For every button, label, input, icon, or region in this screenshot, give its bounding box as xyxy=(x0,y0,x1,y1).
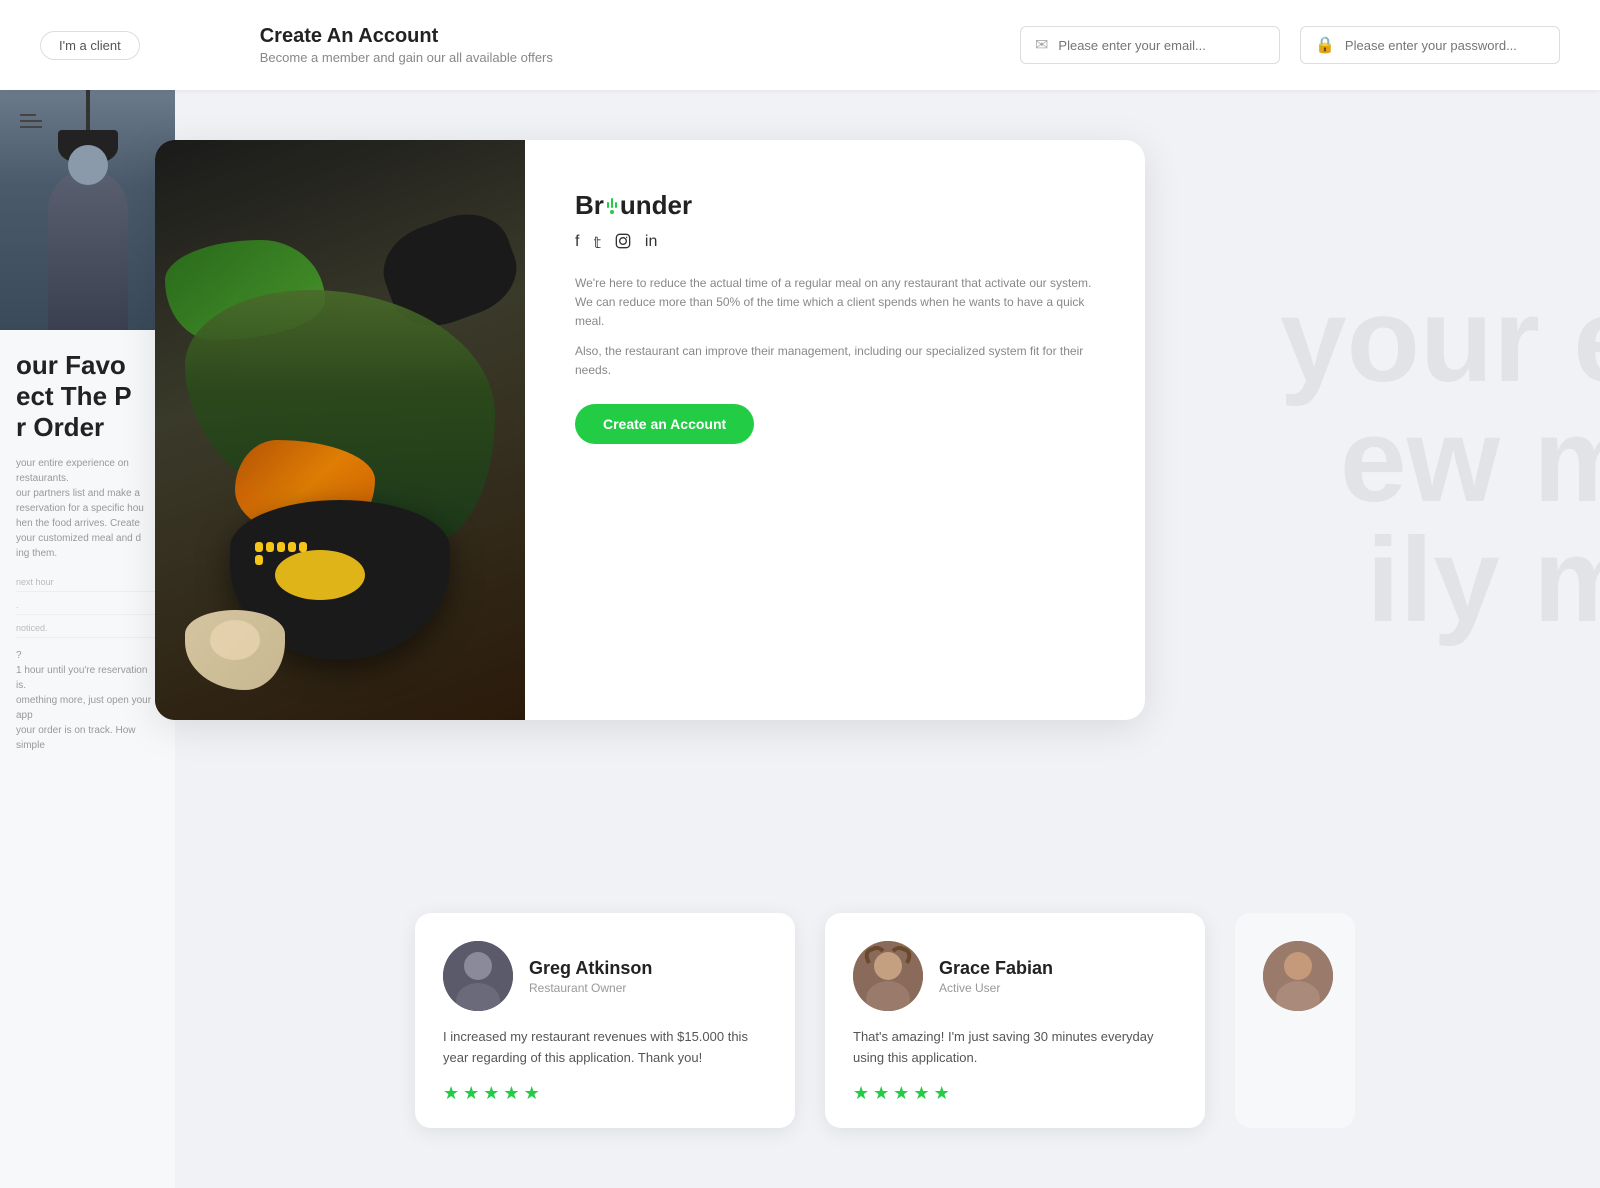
left-panel-body-text: your entire experience on restaurants. o… xyxy=(16,456,159,561)
email-input[interactable] xyxy=(1058,38,1265,53)
reviewer-name-greg: Greg Atkinson xyxy=(529,958,652,979)
reviewer-info-greg: Greg Atkinson Restaurant Owner xyxy=(529,958,652,995)
star-5: ★ xyxy=(524,1083,540,1104)
review-spacer xyxy=(165,913,215,1128)
hamburger-line-short xyxy=(20,114,36,116)
reviewer-role-grace: Active User xyxy=(939,981,1053,995)
password-input-wrapper[interactable]: 🔒 xyxy=(1300,26,1560,64)
brand-name-part1: Br xyxy=(575,190,604,221)
star-1: ★ xyxy=(853,1083,869,1104)
create-account-button[interactable]: Create an Account xyxy=(575,404,754,444)
reviewer-role-greg: Restaurant Owner xyxy=(529,981,652,995)
brand-description-1: We're here to reduce the actual time of … xyxy=(575,274,1095,332)
hamburger-menu[interactable] xyxy=(20,110,42,132)
password-input[interactable] xyxy=(1345,38,1545,53)
left-heading-line1: our Favo xyxy=(16,350,159,381)
lock-icon: 🔒 xyxy=(1315,35,1335,55)
bg-text-right-line2: ew m xyxy=(1280,400,1600,520)
review-text-greg: I increased my restaurant revenues with … xyxy=(443,1027,767,1069)
avatar-partial xyxy=(1263,941,1333,1011)
client-tab[interactable]: I'm a client xyxy=(40,31,140,60)
instagram-icon[interactable] xyxy=(615,233,631,254)
social-links: f 𝕥 in xyxy=(575,233,1095,254)
hamburger-line-medium xyxy=(20,126,42,128)
background-text-right: your e ew m ily m xyxy=(1280,280,1600,640)
reviewer-info-grace: Grace Fabian Active User xyxy=(939,958,1053,995)
star-3: ★ xyxy=(893,1083,909,1104)
reviewer-header-grace: Grace Fabian Active User xyxy=(853,941,1177,1011)
brand-description-2: Also, the restaurant can improve their m… xyxy=(575,342,1095,380)
left-panel: our Favo ect The P r Order your entire e… xyxy=(0,90,175,1188)
brand-signal-icon xyxy=(607,198,617,214)
form-row-3: noticed. xyxy=(16,623,159,638)
top-bar-left: I'm a client xyxy=(40,31,140,60)
star-3: ★ xyxy=(483,1083,499,1104)
star-4: ★ xyxy=(913,1083,929,1104)
bg-text-right-line3: ily m xyxy=(1280,520,1600,640)
left-heading-line3: r Order xyxy=(16,412,159,443)
small-bowl xyxy=(185,610,285,690)
linkedin-icon[interactable]: in xyxy=(645,233,657,254)
top-bar-center: Create An Account Become a member and ga… xyxy=(140,25,1020,65)
page-title: Create An Account xyxy=(260,25,439,48)
left-panel-form: next hour . noticed. ? 1 hour until you'… xyxy=(16,577,159,753)
hamburger-line-medium xyxy=(20,120,42,122)
form-row-2: . xyxy=(16,600,159,615)
avatar-grace-placeholder xyxy=(853,941,923,1011)
left-panel-heading: our Favo ect The P r Order xyxy=(16,350,159,444)
email-icon: ✉ xyxy=(1035,35,1048,55)
star-1: ★ xyxy=(443,1083,459,1104)
main-card-content: Br under f 𝕥 in We're xyxy=(525,140,1145,720)
food-image-panel xyxy=(155,140,525,720)
avatar-greg xyxy=(443,941,513,1011)
corn xyxy=(255,542,315,565)
page-subtitle: Become a member and gain our all availab… xyxy=(260,50,553,65)
left-panel-text: our Favo ect The P r Order your entire e… xyxy=(0,330,175,773)
main-card: Br under f 𝕥 in We're xyxy=(155,140,1145,720)
left-heading-line2: ect The P xyxy=(16,381,159,412)
top-bar-inputs: ✉ 🔒 xyxy=(1020,26,1560,64)
email-input-wrapper[interactable]: ✉ xyxy=(1020,26,1280,64)
review-card-greg: Greg Atkinson Restaurant Owner I increas… xyxy=(415,913,795,1128)
avatar-grace xyxy=(853,941,923,1011)
bg-text-right-line1: your e xyxy=(1280,280,1600,400)
star-2: ★ xyxy=(873,1083,889,1104)
stars-greg: ★ ★ ★ ★ ★ xyxy=(443,1083,767,1104)
star-2: ★ xyxy=(463,1083,479,1104)
twitter-icon[interactable]: 𝕥 xyxy=(593,233,600,254)
facebook-icon[interactable]: f xyxy=(575,233,579,254)
form-footer-text: ? 1 hour until you're reservation is. om… xyxy=(16,648,159,753)
review-card-grace: Grace Fabian Active User That's amazing!… xyxy=(825,913,1205,1128)
reviewer-name-grace: Grace Fabian xyxy=(939,958,1053,979)
food-image xyxy=(155,140,525,720)
star-4: ★ xyxy=(503,1083,519,1104)
stars-grace: ★ ★ ★ ★ ★ xyxy=(853,1083,1177,1104)
brand-name: Br under xyxy=(575,190,1095,221)
review-text-grace: That's amazing! I'm just saving 30 minut… xyxy=(853,1027,1177,1069)
avatar-greg-placeholder xyxy=(443,941,513,1011)
form-row-1: next hour xyxy=(16,577,159,592)
review-card-partial xyxy=(1235,913,1355,1128)
review-section: Greg Atkinson Restaurant Owner I increas… xyxy=(155,913,1600,1128)
brand-name-part2: under xyxy=(620,190,692,221)
top-bar: I'm a client Create An Account Become a … xyxy=(0,0,1600,90)
brand-section: Br under f 𝕥 in We're xyxy=(575,190,1095,444)
star-5: ★ xyxy=(934,1083,950,1104)
reviewer-header-greg: Greg Atkinson Restaurant Owner xyxy=(443,941,767,1011)
